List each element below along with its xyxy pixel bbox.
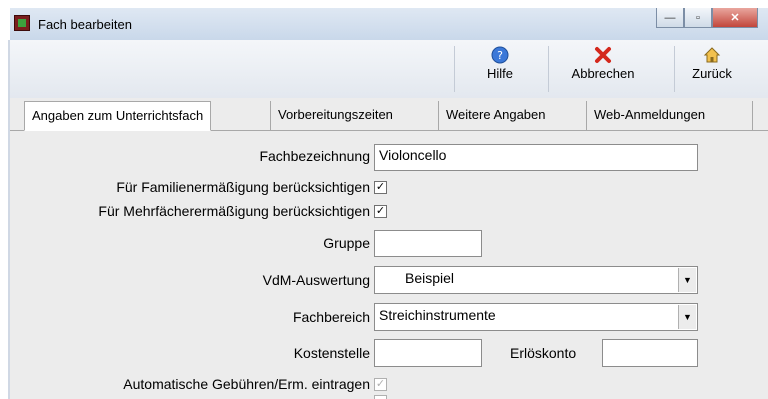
automatische-gebuehren-checkbox[interactable]: ✓	[374, 378, 387, 391]
fachbezeichnung-label: Fachbezeichnung	[259, 148, 370, 164]
tab-label: Angaben zum Unterrichtsfach	[32, 108, 204, 123]
vdm-auswertung-value: Beispiel	[405, 270, 455, 286]
fachbezeichnung-input[interactable]: Violoncello	[374, 144, 698, 171]
automatische-gebuehren-label: Automatische Gebühren/Erm. eintragen	[123, 376, 370, 392]
gruppe-label: Gruppe	[323, 235, 370, 251]
familienermaessigung-checkbox[interactable]: ✓	[374, 181, 387, 194]
cancel-button[interactable]: Abbrechen	[563, 46, 643, 81]
tab-label: Weitere Angaben	[446, 107, 546, 122]
fachbereich-select[interactable]: Streichinstrumente ▼	[374, 303, 698, 331]
maximize-button[interactable]: ▫	[684, 8, 712, 28]
form-panel: Fachbezeichnung Violoncello Für Familien…	[10, 131, 768, 399]
close-button[interactable]: ✕	[712, 8, 758, 28]
next-checkbox-partial[interactable]	[374, 395, 387, 399]
tab-end-divider	[752, 101, 753, 130]
help-label: Hilfe	[486, 66, 513, 81]
window-left-edge	[0, 40, 10, 399]
tab-angaben[interactable]: Angaben zum Unterrichtsfach	[24, 101, 212, 131]
svg-text:?: ?	[497, 49, 503, 62]
gruppe-input[interactable]	[374, 230, 482, 257]
tab-label: Vorbereitungszeiten	[278, 107, 393, 122]
cancel-label: Abbrechen	[571, 66, 635, 81]
window-controls: — ▫ ✕	[656, 8, 758, 28]
mehrfaecherermaessigung-label: Für Mehrfächerermäßigung berücksichtigen	[98, 203, 370, 219]
help-icon: ?	[491, 46, 509, 64]
help-button[interactable]: ? Hilfe	[478, 46, 522, 81]
cancel-icon	[595, 47, 611, 63]
fachbereich-value: Streichinstrumente	[379, 307, 496, 323]
toolbar-separator	[674, 46, 675, 92]
erloeskonto-label: Erlöskonto	[510, 345, 577, 361]
app-icon	[14, 15, 30, 31]
tab-label: Web-Anmeldungen	[594, 107, 706, 122]
toolbar-separator	[548, 46, 549, 92]
kostenstelle-input[interactable]	[374, 339, 482, 367]
chevron-down-icon[interactable]: ▼	[678, 268, 696, 292]
tab-weitere-angaben[interactable]: Weitere Angaben	[438, 101, 553, 130]
toolbar: ? Hilfe Abbrechen Zurück	[10, 40, 768, 99]
erloeskonto-input[interactable]	[602, 339, 698, 367]
tab-web-anmeldungen[interactable]: Web-Anmeldungen	[586, 101, 712, 130]
home-icon	[703, 47, 721, 63]
vdm-auswertung-label: VdM-Auswertung	[262, 272, 370, 288]
vdm-auswertung-select[interactable]: Beispiel ▼	[374, 266, 698, 294]
back-button[interactable]: Zurück	[682, 46, 742, 81]
back-label: Zurück	[692, 66, 732, 81]
chevron-down-icon[interactable]: ▼	[678, 305, 696, 329]
familienermaessigung-label: Für Familienermäßigung berücksichtigen	[116, 179, 370, 195]
minimize-button[interactable]: —	[656, 8, 684, 28]
mehrfaecherermaessigung-checkbox[interactable]: ✓	[374, 205, 387, 218]
toolbar-separator	[454, 46, 455, 92]
fachbereich-label: Fachbereich	[292, 309, 370, 325]
tab-vorbereitungszeiten[interactable]: Vorbereitungszeiten	[270, 101, 400, 130]
tab-bar: Angaben zum Unterrichtsfach Vorbereitung…	[10, 98, 768, 131]
title-bar: Fach bearbeiten — ▫ ✕	[10, 8, 768, 41]
kostenstelle-label: Kostenstelle	[293, 345, 370, 361]
window-title: Fach bearbeiten	[38, 17, 132, 32]
